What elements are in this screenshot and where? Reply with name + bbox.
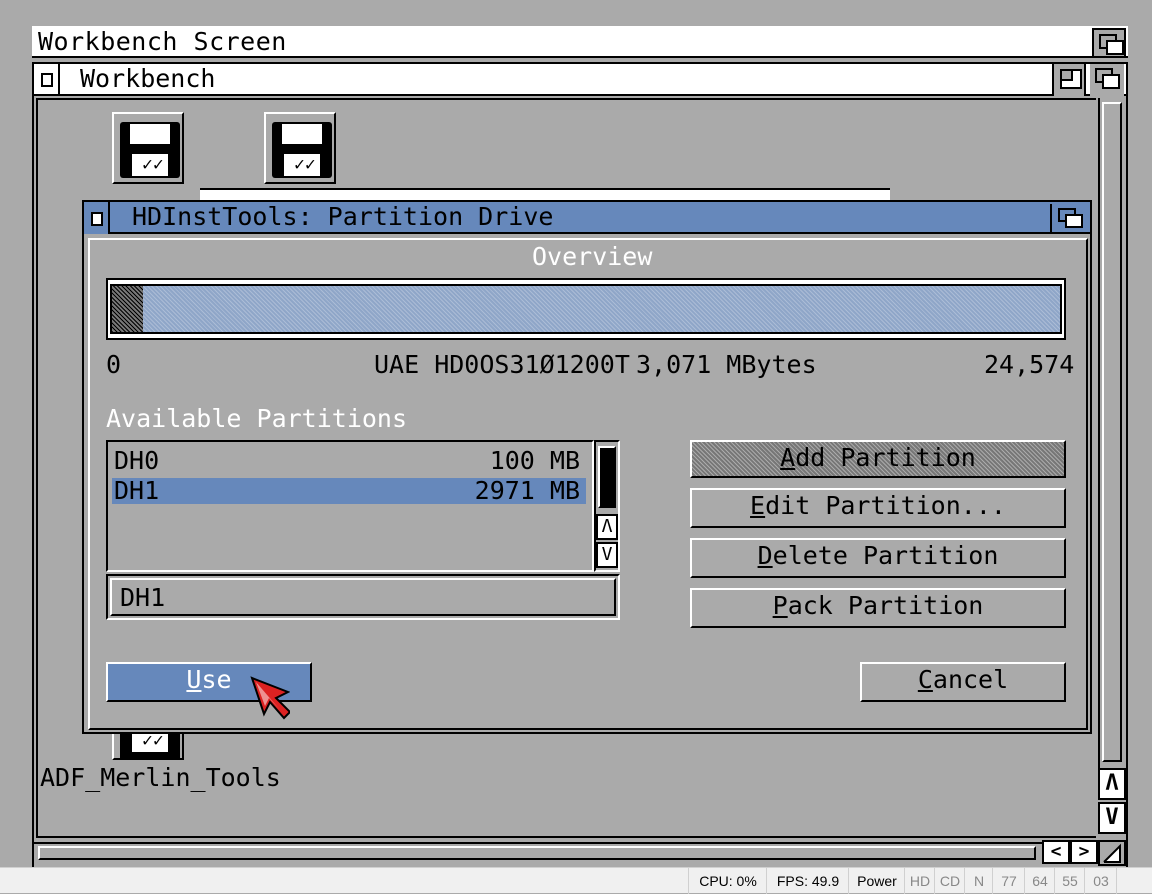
scroll-up-button[interactable]: Λ — [1098, 768, 1126, 800]
scroll-right-button[interactable]: > — [1070, 840, 1098, 864]
hd-led: HD — [904, 868, 935, 894]
screen-title: Workbench Screen — [38, 27, 287, 56]
partition-name-value: DH1 — [120, 583, 166, 612]
partition-size: 100 MB — [489, 446, 580, 475]
overview-start-label: 0 — [106, 350, 122, 379]
emulator-status-bar: CPU: 0% FPS: 49.9 Power HD CD N 77 64 55… — [0, 867, 1152, 894]
scroll-left-button[interactable]: < — [1042, 840, 1070, 864]
arrow-down-icon: V — [601, 544, 613, 565]
overview-end-label: 24,574 — [984, 350, 1075, 379]
workbench-title: Workbench — [80, 64, 216, 93]
overview-free-space — [110, 284, 1062, 334]
disk-icon[interactable]: ✓✓ — [264, 112, 336, 184]
cancel-button[interactable]: Cancel — [860, 662, 1066, 702]
cpu-status: CPU: 0% — [688, 868, 767, 894]
partitions-label: Available Partitions — [106, 404, 408, 433]
n-led: N — [964, 868, 993, 894]
list-scroll-up-button[interactable]: Λ — [596, 514, 618, 540]
partition-size: 2971 MB — [474, 476, 580, 505]
list-item[interactable]: DH0 100 MB — [112, 448, 586, 474]
overview-label: Overview — [532, 242, 653, 271]
screen-depth-gadget[interactable] — [1092, 28, 1126, 58]
partition-name-field-frame — [110, 578, 616, 616]
edit-partition-button[interactable]: Edit Partition... — [690, 488, 1066, 528]
power-led: Power — [848, 868, 905, 894]
list-scroll-down-button[interactable]: V — [596, 542, 618, 568]
fps-status: FPS: 49.9 — [766, 868, 849, 894]
floppy-track-0: 77 — [992, 868, 1025, 894]
workbench-depth-gadget[interactable] — [1090, 64, 1124, 96]
workbench-horizontal-scroll-knob[interactable] — [38, 846, 1036, 860]
floppy-track-3: 03 — [1084, 868, 1117, 894]
pack-partition-button[interactable]: Pack Partition — [690, 588, 1066, 628]
close-icon — [91, 212, 103, 226]
floppy-track-1: 64 — [1024, 868, 1055, 894]
workbench-close-gadget[interactable] — [34, 64, 60, 94]
disk-icon[interactable]: ✓✓ — [112, 112, 184, 184]
window-resize-gadget[interactable] — [1098, 840, 1126, 866]
delete-partition-button[interactable]: Delete Partition — [690, 538, 1066, 578]
arrow-down-icon: V — [1105, 805, 1119, 830]
arrow-up-icon: Λ — [1105, 771, 1119, 796]
dialog-title: HDInstTools: Partition Drive — [132, 202, 554, 231]
arrow-right-icon: > — [1078, 841, 1090, 862]
disk-icon-label[interactable]: ADF_Merlin_Tools — [40, 764, 281, 792]
drive-capacity-label: 3,071 MBytes — [636, 350, 817, 379]
partitions-scroll-knob[interactable] — [598, 446, 616, 508]
list-item-selected[interactable]: DH1 2971 MB — [112, 478, 586, 504]
workbench-zoom-gadget[interactable] — [1052, 64, 1086, 96]
dialog-close-gadget[interactable] — [84, 202, 110, 234]
cd-led: CD — [934, 868, 965, 894]
scroll-down-button[interactable]: V — [1098, 802, 1126, 834]
mouse-pointer-icon — [250, 676, 290, 720]
floppy-track-2: 55 — [1054, 868, 1085, 894]
arrow-left-icon: < — [1050, 841, 1062, 862]
arrow-up-icon: Λ — [601, 516, 613, 537]
close-icon — [41, 73, 53, 87]
add-partition-button[interactable]: Add Partition — [690, 440, 1066, 478]
workbench-vertical-scroll-knob[interactable] — [1102, 102, 1122, 762]
overview-used-segment[interactable] — [112, 286, 143, 332]
dialog-depth-gadget[interactable] — [1050, 204, 1088, 232]
drive-name-label: UAE HD0OS31Ø1200T — [374, 350, 630, 379]
partition-name: DH1 — [114, 476, 160, 505]
partition-name: DH0 — [114, 446, 160, 475]
resize-icon — [1103, 843, 1121, 863]
